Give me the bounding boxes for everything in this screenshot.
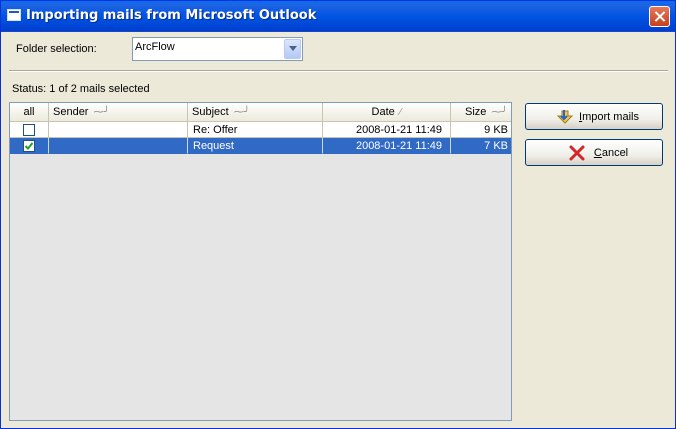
row-sender [49, 138, 188, 154]
folder-select-value: ArcFlow [135, 41, 175, 53]
table-row[interactable]: Request 2008-01-21 11:49 7 KB [10, 138, 511, 154]
column-all-label: all [23, 106, 35, 118]
row-sender [49, 122, 188, 138]
column-header-subject[interactable]: Subject ⁓╯ [188, 103, 323, 121]
filter-icon: ⁓╯ [233, 107, 250, 118]
cancel-label: Cancel [526, 147, 662, 159]
chevron-down-icon [289, 46, 297, 51]
cancel-button[interactable]: Cancel [525, 139, 663, 166]
close-button[interactable] [649, 6, 670, 27]
folder-dropdown-button[interactable] [284, 39, 301, 59]
column-sender-label: Sender [53, 106, 89, 118]
window-title: Importing mails from Microsoft Outlook [26, 8, 317, 23]
window-icon [7, 9, 21, 21]
row-checkbox[interactable] [23, 124, 35, 136]
row-checkbox-cell [10, 138, 49, 154]
mail-list-header: all Sender ⁓╯ Subject ⁓╯ Date ⁄ Size ⁓╯ [10, 103, 511, 122]
import-mails-button[interactable]: Import mails [525, 103, 663, 130]
check-icon [24, 142, 34, 150]
column-size-label: Size [465, 106, 487, 118]
column-header-all[interactable]: all [10, 103, 49, 121]
column-header-sender[interactable]: Sender ⁓╯ [49, 103, 188, 121]
row-checkbox[interactable] [23, 140, 35, 152]
row-checkbox-cell [10, 122, 49, 138]
cancel-label-rest: ancel [601, 147, 629, 159]
column-header-size[interactable]: Size ⁓╯ [451, 103, 511, 121]
cancel-accel: C [593, 147, 602, 159]
row-subject: Re: Offer [188, 122, 323, 138]
row-subject: Request [188, 138, 323, 154]
import-label-rest: mport mails [582, 111, 639, 123]
title-bar: Importing mails from Microsoft Outlook [1, 1, 675, 32]
import-dialog: Importing mails from Microsoft Outlook F… [0, 0, 676, 429]
sort-ascending-icon: ⁄ [399, 107, 402, 118]
row-date: 2008-01-21 11:49 [323, 122, 451, 138]
column-header-date[interactable]: Date ⁄ [323, 103, 451, 121]
status-text: Status: 1 of 2 mails selected [12, 83, 150, 95]
folder-selection-label: Folder selection: [16, 43, 97, 55]
filter-icon: ⁓╯ [491, 107, 508, 118]
table-row[interactable]: Re: Offer 2008-01-21 11:49 9 KB [10, 122, 511, 138]
row-size: 7 KB [451, 138, 511, 154]
separator [9, 70, 668, 72]
column-date-label: Date [371, 106, 395, 118]
row-date: 2008-01-21 11:49 [323, 138, 451, 154]
import-mails-label: Import mails [526, 111, 662, 123]
folder-select[interactable]: ArcFlow [132, 37, 303, 61]
row-size: 9 KB [451, 122, 511, 138]
filter-icon: ⁓╯ [93, 107, 110, 118]
mail-list[interactable]: all Sender ⁓╯ Subject ⁓╯ Date ⁄ Size ⁓╯ Re: … [9, 102, 512, 421]
column-subject-label: Subject [192, 106, 229, 118]
